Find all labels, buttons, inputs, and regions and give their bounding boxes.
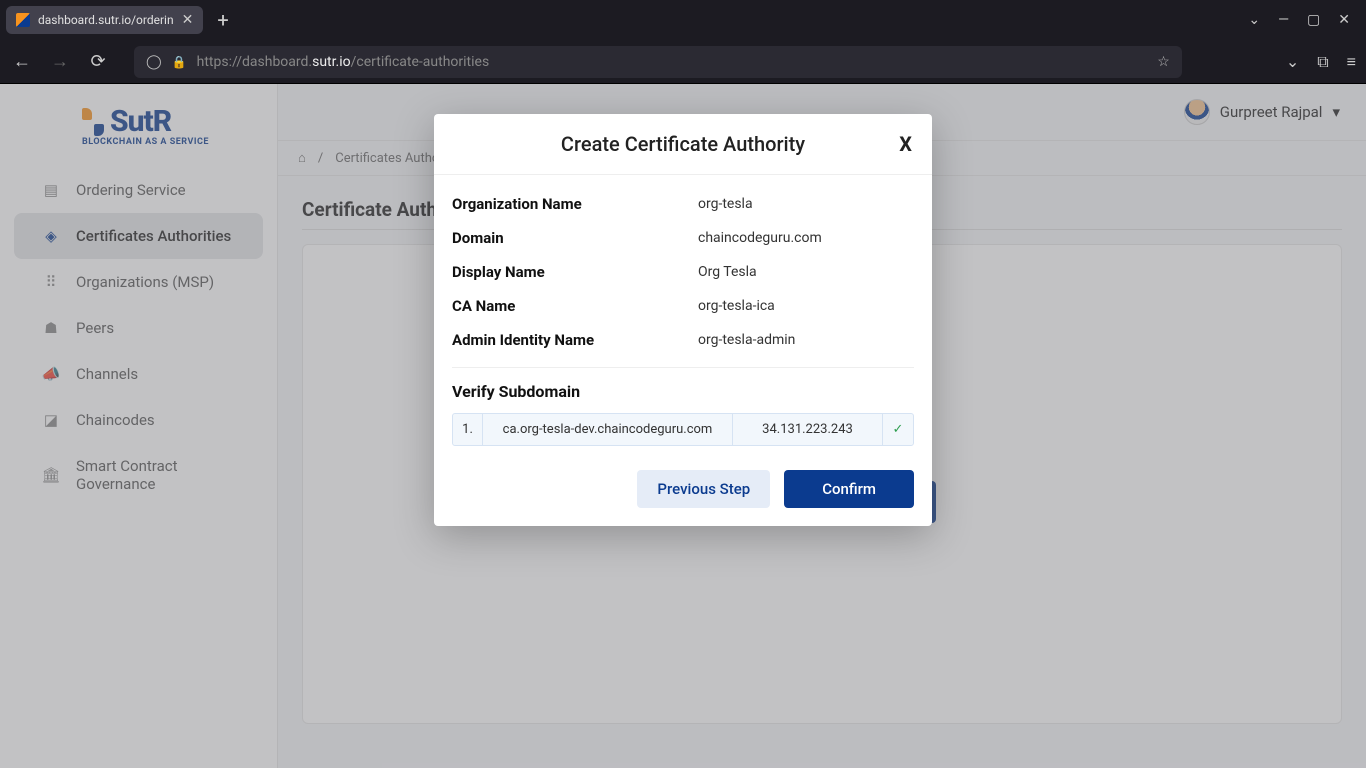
field-admin-identity-name: Admin Identity Name org-tesla-admin bbox=[452, 323, 914, 357]
field-label: Domain bbox=[452, 229, 698, 247]
window-controls: ⌄ — ▢ ✕ bbox=[1238, 12, 1360, 28]
close-window-icon[interactable]: ✕ bbox=[1338, 12, 1350, 28]
field-value: org-tesla bbox=[698, 196, 753, 212]
subdomain-host: ca.org-tesla-dev.chaincodeguru.com bbox=[483, 414, 733, 445]
modal-body: Organization Name org-tesla Domain chain… bbox=[434, 175, 932, 452]
verify-subdomain-title: Verify Subdomain bbox=[452, 382, 914, 401]
divider bbox=[452, 367, 914, 368]
browser-tab[interactable]: dashboard.sutr.io/orderin ✕ bbox=[6, 6, 203, 34]
tab-favicon bbox=[16, 13, 30, 27]
field-value: Org Tesla bbox=[698, 264, 757, 280]
field-organization-name: Organization Name org-tesla bbox=[452, 187, 914, 221]
field-domain: Domain chaincodeguru.com bbox=[452, 221, 914, 255]
field-label: Admin Identity Name bbox=[452, 331, 698, 349]
extensions-icon[interactable]: ⧉ bbox=[1317, 52, 1328, 72]
maximize-icon[interactable]: ▢ bbox=[1307, 12, 1320, 28]
modal-title: Create Certificate Authority bbox=[561, 132, 805, 156]
modal-close-button[interactable]: X bbox=[899, 132, 912, 156]
close-tab-icon[interactable]: ✕ bbox=[182, 12, 194, 28]
field-label: Organization Name bbox=[452, 195, 698, 213]
subdomain-ip: 34.131.223.243 bbox=[733, 414, 883, 445]
confirm-button[interactable]: Confirm bbox=[784, 470, 914, 508]
field-label: Display Name bbox=[452, 263, 698, 281]
lock-icon[interactable]: 🔒 bbox=[172, 55, 187, 69]
chevron-down-icon[interactable]: ⌄ bbox=[1248, 12, 1260, 28]
create-ca-modal: Create Certificate Authority X Organizat… bbox=[434, 114, 932, 526]
previous-step-button[interactable]: Previous Step bbox=[637, 470, 770, 508]
shield-icon[interactable]: ◯ bbox=[146, 54, 162, 70]
field-display-name: Display Name Org Tesla bbox=[452, 255, 914, 289]
minimize-icon[interactable]: — bbox=[1278, 12, 1289, 28]
check-icon: ✓ bbox=[883, 414, 913, 445]
reload-button[interactable]: ⟳ bbox=[86, 51, 110, 72]
modal-footer: Previous Step Confirm bbox=[434, 452, 932, 526]
pocket-icon[interactable]: ⌄ bbox=[1286, 52, 1299, 71]
field-label: CA Name bbox=[452, 297, 698, 315]
field-value: org-tesla-admin bbox=[698, 332, 795, 348]
url-bar[interactable]: ◯ 🔒 https://dashboard.sutr.io/certificat… bbox=[134, 46, 1182, 78]
tab-title: dashboard.sutr.io/orderin bbox=[38, 13, 174, 27]
browser-tab-strip: dashboard.sutr.io/orderin ✕ + ⌄ — ▢ ✕ bbox=[0, 0, 1366, 40]
modal-overlay[interactable]: Create Certificate Authority X Organizat… bbox=[0, 84, 1366, 768]
browser-toolbar: ← → ⟳ ◯ 🔒 https://dashboard.sutr.io/cert… bbox=[0, 40, 1366, 84]
subdomain-table: 1. ca.org-tesla-dev.chaincodeguru.com 34… bbox=[452, 413, 914, 446]
field-ca-name: CA Name org-tesla-ica bbox=[452, 289, 914, 323]
field-value: org-tesla-ica bbox=[698, 298, 775, 314]
field-value: chaincodeguru.com bbox=[698, 230, 822, 246]
subdomain-index: 1. bbox=[453, 414, 483, 445]
app-page: SutR BLOCKCHAIN AS A SERVICE ▤ Ordering … bbox=[0, 84, 1366, 768]
modal-header: Create Certificate Authority X bbox=[434, 114, 932, 175]
url-text: https://dashboard.sutr.io/certificate-au… bbox=[197, 54, 1148, 70]
menu-icon[interactable]: ≡ bbox=[1347, 52, 1356, 72]
new-tab-button[interactable]: + bbox=[203, 8, 242, 32]
back-button[interactable]: ← bbox=[10, 51, 34, 72]
forward-button[interactable]: → bbox=[48, 51, 72, 72]
bookmark-icon[interactable]: ☆ bbox=[1157, 54, 1170, 70]
